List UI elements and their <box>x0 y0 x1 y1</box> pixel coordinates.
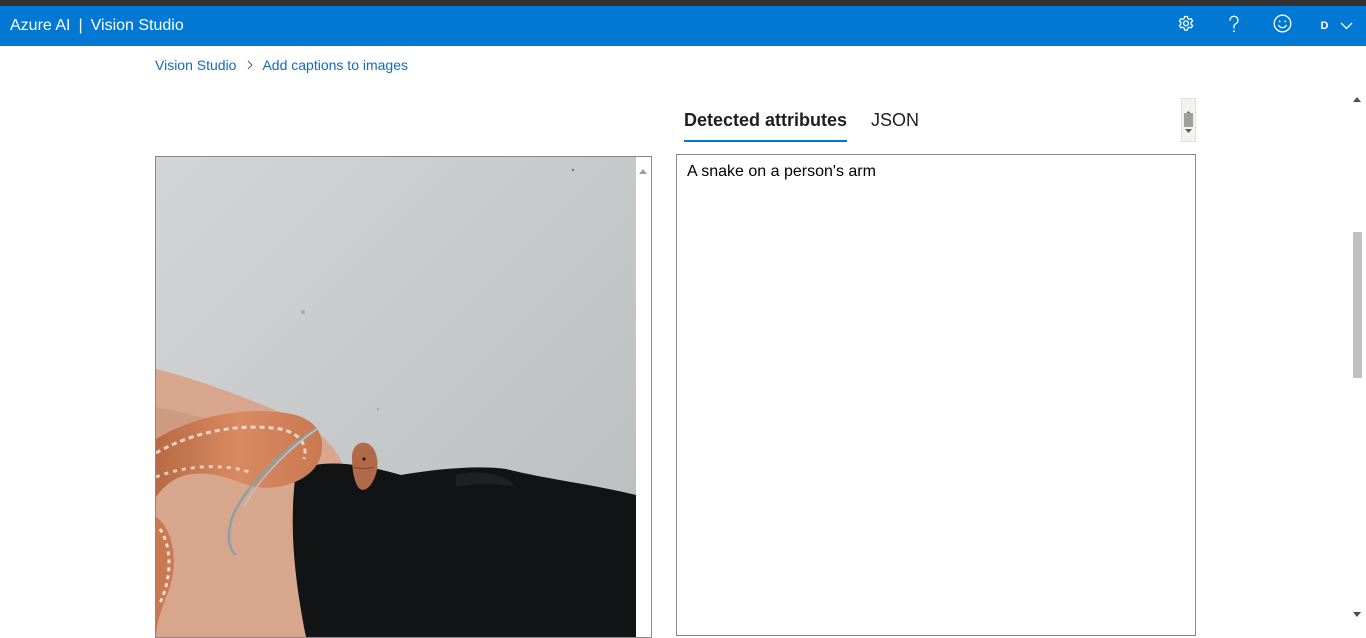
app-brand[interactable]: Azure AI | Vision Studio <box>10 6 184 46</box>
tab-detected-attributes[interactable]: Detected attributes <box>684 104 848 142</box>
page-scrollbar[interactable] <box>1349 86 1366 625</box>
user-avatar: D <box>1320 20 1329 32</box>
chevron-right-icon <box>247 60 254 70</box>
snake-photo <box>156 157 636 637</box>
scroll-down-arrow-icon[interactable] <box>1185 120 1192 138</box>
scroll-up-arrow-icon[interactable] <box>1353 89 1361 107</box>
settings-button[interactable] <box>1170 6 1202 46</box>
breadcrumb-link-add-captions[interactable]: Add captions to images <box>262 57 408 73</box>
image-preview-panel[interactable] <box>155 156 652 638</box>
generated-caption: A snake on a person's arm <box>687 163 876 180</box>
gear-icon <box>1177 15 1195 38</box>
image-panel-scrollbar[interactable] <box>636 157 651 637</box>
scroll-down-arrow-icon[interactable] <box>1353 604 1361 622</box>
product-name: Azure AI <box>10 17 71 34</box>
scroll-up-arrow-icon[interactable] <box>639 161 647 179</box>
feedback-button[interactable] <box>1266 6 1298 46</box>
tab-json[interactable]: JSON <box>871 104 919 140</box>
caption-result-panel: A snake on a person's arm <box>676 154 1196 636</box>
account-menu-button[interactable]: D <box>1310 6 1360 46</box>
app-header: Azure AI | Vision Studio D <box>0 6 1366 46</box>
brand-separator: | <box>78 17 83 34</box>
scrollbar-thumb[interactable] <box>1353 232 1362 378</box>
app-title: Vision Studio <box>90 17 184 34</box>
help-button[interactable] <box>1218 6 1250 46</box>
breadcrumb: Vision Studio Add captions to images <box>155 56 408 74</box>
breadcrumb-link-vision-studio[interactable]: Vision Studio <box>155 57 236 73</box>
chevron-down-icon <box>1340 22 1353 30</box>
smiley-icon <box>1273 14 1292 38</box>
tabs-scrollbar[interactable] <box>1181 98 1196 142</box>
question-mark-icon <box>1227 15 1241 38</box>
